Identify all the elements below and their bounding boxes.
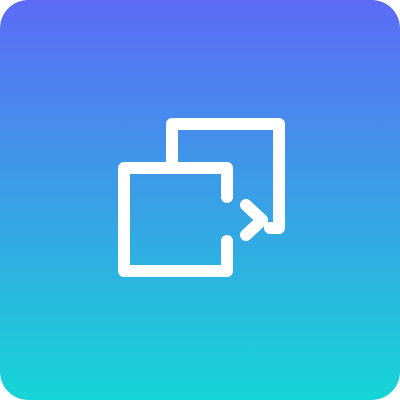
tile-background (0, 0, 400, 400)
app-icon-tile (0, 0, 400, 400)
switch-window-icon (0, 0, 400, 400)
